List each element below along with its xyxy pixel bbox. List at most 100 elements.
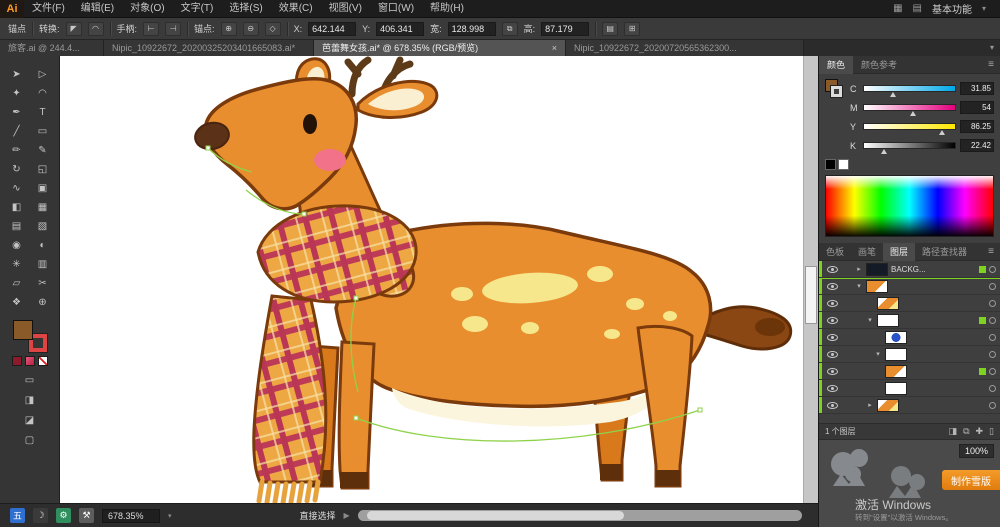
slice-tool[interactable]: ✂: [33, 275, 53, 291]
menu-object[interactable]: 对象(O): [122, 0, 172, 18]
fill-stroke-control[interactable]: [12, 320, 48, 353]
blend-tool[interactable]: ◐: [33, 237, 53, 253]
visibility-toggle[interactable]: [825, 299, 839, 307]
artboard-tool[interactable]: ▱: [7, 275, 27, 291]
mesh-tool[interactable]: ▤: [7, 218, 27, 234]
ime-tools-icon[interactable]: ⚒: [79, 508, 94, 523]
menu-file[interactable]: 文件(F): [24, 0, 73, 18]
scale-tool[interactable]: ◱: [33, 161, 53, 177]
menu-window[interactable]: 窗口(W): [370, 0, 422, 18]
tab-color[interactable]: 颜色: [819, 55, 854, 74]
rectangle-tool[interactable]: ▭: [33, 123, 53, 139]
convert-corner-button[interactable]: ◤: [65, 21, 82, 36]
stroke-swatch-mini[interactable]: [830, 85, 843, 98]
tab-pathfinder[interactable]: 路径查找器: [915, 243, 974, 261]
layer-thumbnail[interactable]: [866, 262, 888, 276]
layer-row[interactable]: ▸: [819, 397, 1000, 414]
layer-thumbnail[interactable]: [866, 279, 888, 293]
black-value[interactable]: 22.42: [960, 139, 994, 152]
y-input[interactable]: 406.341: [376, 21, 425, 36]
pen-tool[interactable]: ✒: [7, 104, 27, 120]
layer-name[interactable]: BACKG...: [891, 265, 976, 274]
remove-anchor-button[interactable]: ⊖: [242, 21, 259, 36]
disclosure-icon[interactable]: ▾: [855, 282, 863, 290]
menu-type[interactable]: 文字(T): [173, 0, 222, 18]
add-anchor-button[interactable]: ⊕: [220, 21, 237, 36]
yellow-slider[interactable]: [863, 123, 956, 135]
menu-select[interactable]: 选择(S): [221, 0, 270, 18]
target-circle-icon[interactable]: [989, 316, 996, 324]
rotate-tool[interactable]: ↻: [7, 161, 27, 177]
target-circle-icon[interactable]: [989, 265, 996, 273]
link-wh-icon[interactable]: ⧉: [501, 21, 518, 36]
deer-illustration[interactable]: [60, 56, 818, 503]
yellow-value[interactable]: 86.25: [960, 120, 994, 133]
disclosure-icon[interactable]: ▾: [874, 350, 882, 358]
line-segment-tool[interactable]: ╱: [7, 123, 27, 139]
lasso-tool[interactable]: ◠: [33, 85, 53, 101]
paintbrush-tool[interactable]: ✏: [7, 142, 27, 158]
disclosure-icon[interactable]: ▾: [866, 316, 874, 324]
selection-tool[interactable]: ➤: [7, 66, 27, 82]
new-sublayer-icon[interactable]: ⧉: [963, 426, 969, 437]
visibility-toggle[interactable]: [825, 384, 839, 392]
visibility-toggle[interactable]: [825, 367, 839, 375]
fill-swatch[interactable]: [12, 320, 33, 340]
slider-thumb[interactable]: [890, 92, 897, 97]
draw-behind-mode[interactable]: ◨: [20, 392, 40, 408]
visibility-toggle[interactable]: [825, 350, 839, 358]
align-menu-icon[interactable]: ⊞: [624, 21, 641, 36]
layer-thumbnail[interactable]: [877, 313, 899, 327]
column-graph-tool[interactable]: ▥: [33, 256, 53, 272]
zoom-level-field[interactable]: 678.35%: [102, 508, 160, 523]
magic-wand-tool[interactable]: ✦: [7, 85, 27, 101]
doc-tab-4[interactable]: Nipic_10922672_20200720565362300...: [566, 40, 804, 56]
bridge-icon[interactable]: ▦: [893, 3, 902, 14]
disclosure-icon[interactable]: ▸: [866, 401, 874, 409]
tab-color-guide[interactable]: 颜色参考: [853, 56, 905, 74]
visibility-toggle[interactable]: [825, 333, 839, 341]
layer-thumbnail[interactable]: [885, 364, 907, 378]
target-circle-icon[interactable]: [989, 350, 996, 358]
symbol-sprayer-tool[interactable]: ✳: [7, 256, 27, 272]
color-swatch-mini[interactable]: [11, 356, 22, 366]
menu-help[interactable]: 帮助(H): [422, 0, 472, 18]
pencil-tool[interactable]: ✎: [33, 142, 53, 158]
hide-handles-button[interactable]: ⊣: [165, 21, 182, 36]
direct-selection-tool[interactable]: ▷: [33, 66, 53, 82]
type-tool[interactable]: T: [33, 104, 53, 120]
layer-thumbnail[interactable]: [885, 347, 907, 361]
chevron-down-icon[interactable]: ▾: [168, 512, 172, 520]
tab-swatches[interactable]: 色板: [819, 243, 851, 261]
doc-tab-1[interactable]: 旅客.ai @ 244.4...: [0, 40, 104, 56]
disclosure-icon[interactable]: ▸: [855, 265, 863, 273]
menu-edit[interactable]: 编辑(E): [73, 0, 122, 18]
magenta-slider[interactable]: [863, 104, 956, 116]
draw-normal-mode[interactable]: ▭: [20, 372, 40, 388]
magenta-value[interactable]: 54: [960, 101, 994, 114]
ime-settings-icon[interactable]: ⚙: [56, 508, 71, 523]
layer-row[interactable]: ▾: [819, 278, 1000, 295]
make-mask-icon[interactable]: ◨: [949, 426, 958, 437]
draw-inside-mode[interactable]: ◪: [20, 412, 40, 428]
layer-thumbnail[interactable]: [877, 398, 899, 412]
visibility-toggle[interactable]: [825, 265, 839, 273]
screen-mode-button[interactable]: ▢: [20, 432, 40, 448]
fill-stroke-mini[interactable]: [825, 79, 845, 109]
black-slider[interactable]: [863, 142, 956, 154]
convert-smooth-button[interactable]: ◠: [87, 21, 104, 36]
layer-row[interactable]: ▸ BACKG...: [819, 261, 1000, 278]
height-input[interactable]: 87.179: [541, 21, 590, 36]
target-circle-icon[interactable]: [989, 384, 996, 392]
perspective-grid-tool[interactable]: ▦: [33, 199, 53, 215]
target-circle-icon[interactable]: [989, 282, 996, 290]
slider-thumb[interactable]: [939, 130, 946, 135]
layer-thumbnail[interactable]: [885, 330, 907, 344]
cyan-slider[interactable]: [863, 85, 956, 97]
target-circle-icon[interactable]: [989, 333, 996, 341]
new-layer-icon[interactable]: ✚: [976, 426, 984, 437]
gradient-swatch-mini[interactable]: [24, 356, 35, 366]
eyedropper-tool[interactable]: ◉: [7, 237, 27, 253]
visibility-toggle[interactable]: [825, 316, 839, 324]
tab-overflow-icon[interactable]: ▾: [984, 40, 1000, 56]
